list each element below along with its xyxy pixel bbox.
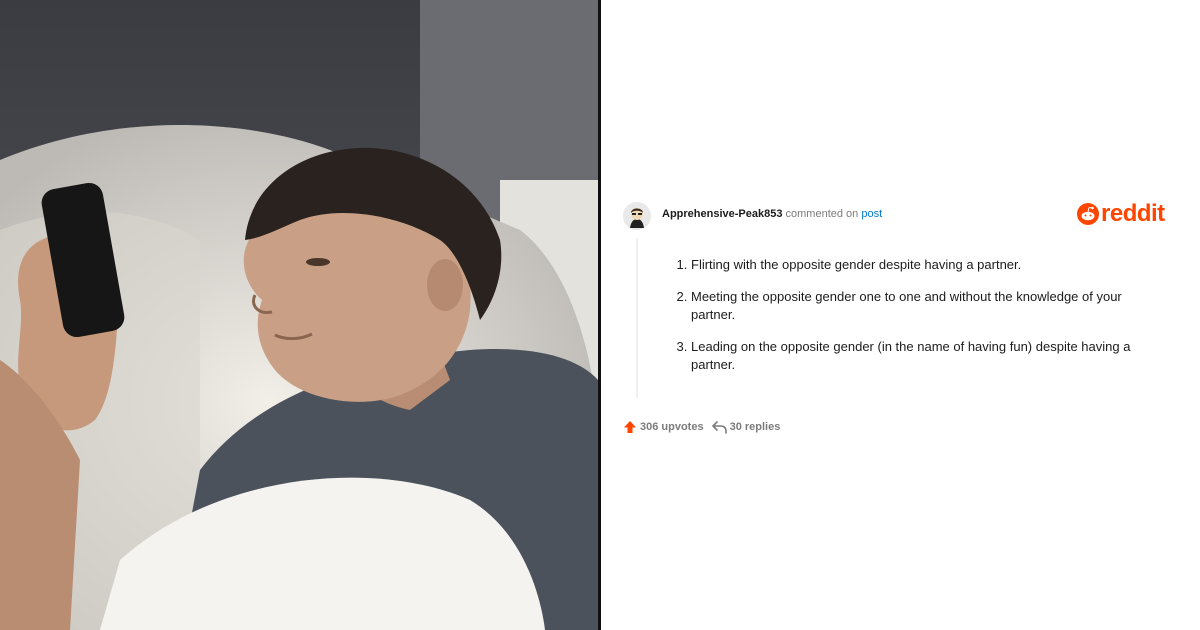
reddit-wordmark: reddit <box>1101 200 1165 227</box>
man-in-bed-photo <box>0 0 598 630</box>
snoo-avatar-icon <box>623 202 651 230</box>
comment-header: Apprehensive-Peak853 commented on post <box>662 208 882 220</box>
thread-line[interactable] <box>636 238 638 398</box>
reply-arrow-icon <box>711 420 727 434</box>
post-link[interactable]: post <box>861 208 882 220</box>
list-item: Leading on the opposite gender (in the n… <box>691 338 1151 374</box>
avatar[interactable] <box>623 202 651 230</box>
upvotes-count: 306 upvotes <box>640 421 704 433</box>
reddit-comment-card: Apprehensive-Peak853 commented on post r… <box>601 0 1200 630</box>
list-item: Flirting with the opposite gender despit… <box>691 256 1151 274</box>
reddit-snoo-icon <box>1077 203 1099 225</box>
reddit-logo: reddit <box>1077 200 1165 228</box>
upvote-button[interactable]: 306 upvotes <box>623 420 704 434</box>
photo-illustration <box>0 0 598 630</box>
commented-on-text: commented on <box>785 208 859 220</box>
comment-footer: 306 upvotes 30 replies <box>623 420 788 434</box>
replies-button[interactable]: 30 replies <box>711 420 781 434</box>
upvote-arrow-icon <box>624 421 636 433</box>
username-link[interactable]: Apprehensive-Peak853 <box>662 208 782 220</box>
comment-body: Flirting with the opposite gender despit… <box>674 256 1151 388</box>
list-item: Meeting the opposite gender one to one a… <box>691 288 1151 324</box>
replies-count: 30 replies <box>729 421 781 433</box>
